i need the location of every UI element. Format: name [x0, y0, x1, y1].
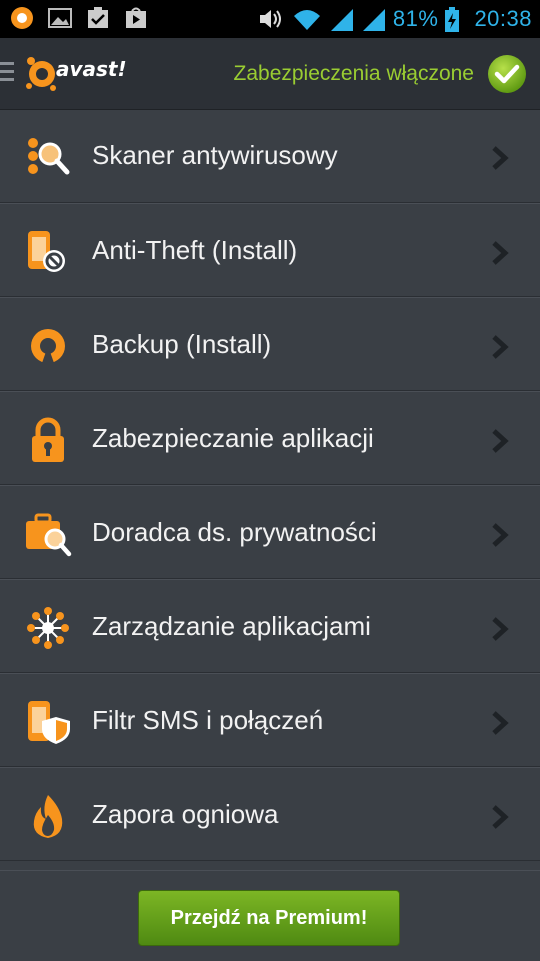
- list-item-firewall[interactable]: Zapora ogniowa: [0, 767, 540, 861]
- list-item-app-manager[interactable]: Zarządzanie aplikacjami: [0, 579, 540, 673]
- image-icon: [48, 8, 72, 28]
- chevron-right-icon: [492, 523, 509, 547]
- go-premium-button[interactable]: Przejdź na Premium!: [138, 890, 400, 946]
- backup-refresh-icon: [31, 329, 65, 363]
- chevron-right-icon: [492, 241, 509, 265]
- battery-percent: 81%: [392, 6, 439, 31]
- play-store-icon: [126, 7, 146, 28]
- list-item-label: Zabezpieczanie aplikacji: [92, 423, 374, 453]
- chevron-right-icon: [492, 146, 509, 170]
- wifi-icon: [293, 10, 320, 30]
- list-item-label: Filtr SMS i połączeń: [92, 705, 324, 735]
- signal-icon: [362, 9, 385, 31]
- list-item-label: Zarządzanie aplikacjami: [92, 611, 371, 641]
- briefcase-magnifier-icon: [26, 513, 72, 557]
- padlock-icon: [32, 417, 64, 462]
- chevron-right-icon: [492, 617, 509, 641]
- chevron-right-icon: [492, 429, 509, 453]
- list-item-privacy-advisor[interactable]: Doradca ds. prywatności: [0, 485, 540, 579]
- list-item-sms-call-filter[interactable]: Filtr SMS i połączeń: [0, 673, 540, 767]
- network-nodes-icon: [27, 607, 69, 649]
- list-item-anti-theft[interactable]: Anti-Theft (Install): [0, 203, 540, 297]
- list-item-label: Skaner antywirusowy: [92, 140, 338, 170]
- list-item-backup[interactable]: Backup (Install): [0, 297, 540, 391]
- chevron-right-icon: [492, 805, 509, 829]
- flame-icon: [33, 795, 63, 838]
- avast-logo: avast!: [26, 57, 127, 91]
- battery-charging-icon: [445, 7, 460, 32]
- list-item-antivirus-scanner[interactable]: Skaner antywirusowy: [0, 109, 540, 203]
- svg-text:avast!: avast!: [56, 57, 127, 81]
- avast-notification-icon: [11, 7, 33, 29]
- phone-blocked-icon: [28, 231, 65, 272]
- protection-status: Zabezpieczenia włączone: [233, 62, 474, 85]
- check-circle-icon: [488, 55, 526, 93]
- list-item-label: Doradca ds. prywatności: [92, 517, 377, 547]
- chevron-right-icon: [492, 711, 509, 735]
- clock: 20:38: [474, 6, 532, 31]
- signal-icon: [330, 9, 353, 31]
- app-header: avast! Zabezpieczenia włączone: [0, 38, 540, 110]
- feature-list: Skaner antywirusowy Anti-Theft (Install)…: [0, 109, 540, 861]
- volume-icon: [259, 10, 281, 28]
- status-bar: 81% 20:38: [0, 0, 540, 38]
- list-item-label: Anti-Theft (Install): [92, 235, 298, 265]
- list-item-label: Backup (Install): [92, 329, 272, 359]
- chevron-right-icon: [492, 335, 509, 359]
- list-item-app-protection[interactable]: Zabezpieczanie aplikacji: [0, 391, 540, 485]
- menu-icon[interactable]: [0, 60, 16, 84]
- phone-shield-icon: [28, 701, 70, 744]
- scan-magnifier-icon: [28, 138, 70, 175]
- clipboard-check-icon: [88, 7, 108, 28]
- list-item-label: Zapora ogniowa: [92, 799, 279, 829]
- footer: Przejdź na Premium!: [0, 870, 540, 961]
